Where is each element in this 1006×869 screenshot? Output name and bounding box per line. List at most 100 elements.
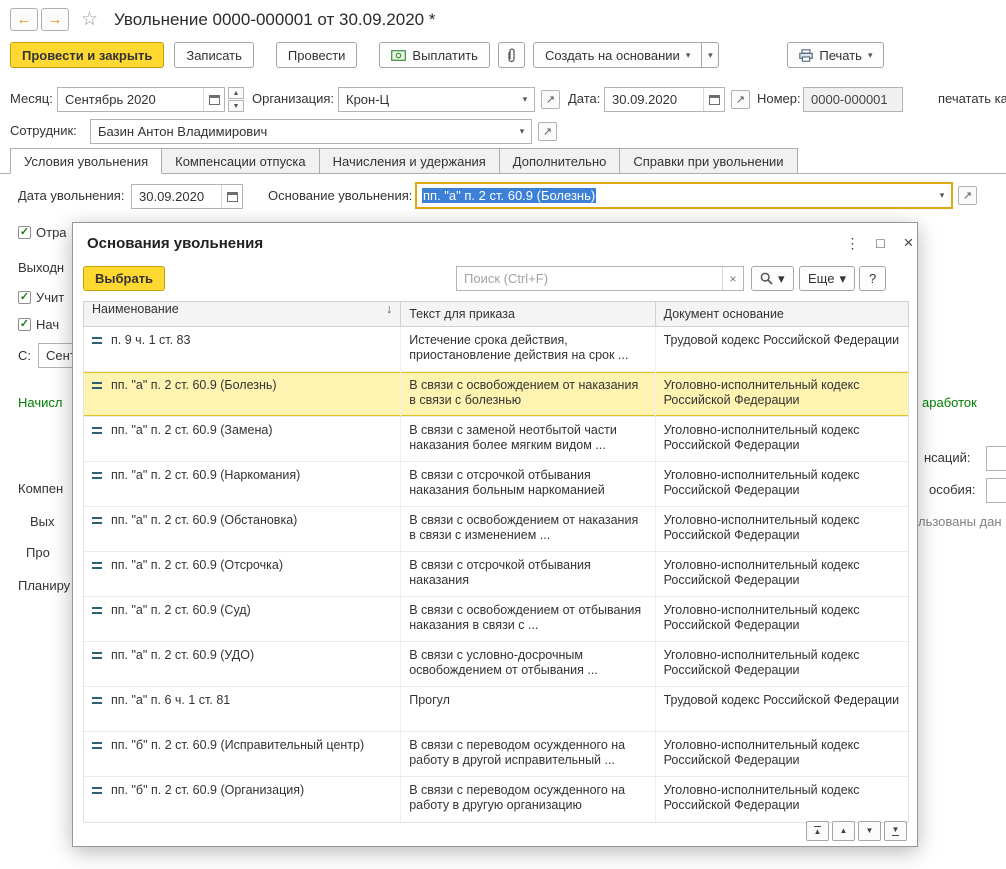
column-header-order-text[interactable]: Текст для приказа (401, 302, 656, 326)
table-row[interactable]: пп. "б" п. 2 ст. 60.9 (Организация) В св… (84, 777, 908, 822)
bg-checkbox-row: ✓ Нач (18, 317, 59, 332)
help-button[interactable]: ? (859, 266, 887, 291)
row-name: пп. "б" п. 2 ст. 60.9 (Организация) (111, 783, 305, 797)
list-item-icon (92, 337, 102, 344)
create-on-basis-button[interactable]: Создать на основании ▾ (532, 42, 703, 68)
column-header-basis-doc[interactable]: Документ основание (656, 302, 908, 326)
search-options-button[interactable]: ▾ (751, 266, 794, 291)
checkbox-checked[interactable]: ✓ (18, 226, 31, 239)
row-text: В связи с освобождением от отбывания нак… (401, 597, 656, 641)
chevron-down-icon: ▾ (685, 49, 691, 60)
tab-accruals-deductions[interactable]: Начисления и удержания (318, 148, 500, 173)
go-first-icon: ▲ (813, 826, 822, 836)
bg-field-stub[interactable] (986, 446, 1006, 471)
bg-field-stub[interactable] (986, 478, 1006, 503)
go-previous-button[interactable]: ▲ (832, 821, 855, 841)
date-field[interactable]: 30.09.2020 (604, 87, 725, 112)
table-row[interactable]: пп. "а" п. 2 ст. 60.9 (Обстановка) В свя… (84, 507, 908, 552)
write-button[interactable]: Записать (174, 42, 254, 68)
tab-vacation-compensation[interactable]: Компенсации отпуска (161, 148, 320, 173)
tab-additional[interactable]: Дополнительно (498, 148, 621, 173)
row-doc: Уголовно-исполнительный кодекс Российско… (663, 603, 860, 632)
go-next-button[interactable]: ▼ (858, 821, 881, 841)
forward-button[interactable]: → (41, 8, 69, 31)
month-field[interactable]: Сентябрь 2020 (57, 87, 225, 112)
bg-link[interactable]: аработок (922, 395, 977, 410)
toolbar: Провести и закрыть Записать Провести Вып… (10, 42, 885, 68)
banknote-icon (391, 49, 407, 61)
organization-combo[interactable]: Крон-Ц ▾ (338, 87, 535, 112)
close-icon: × (903, 233, 914, 252)
organization-open-button[interactable]: ↗ (541, 90, 560, 109)
bg-link[interactable]: Начисл (18, 395, 62, 410)
employee-open-button[interactable]: ↗ (538, 122, 557, 141)
check-icon: ✓ (19, 226, 30, 238)
date-open-button[interactable]: ↗ (731, 90, 750, 109)
open-link-icon: ↗ (735, 94, 746, 106)
table-row[interactable]: пп. "а" п. 2 ст. 60.9 (Отсрочка) В связи… (84, 552, 908, 597)
employee-combo[interactable]: Базин Антон Владимирович ▾ (90, 119, 532, 144)
row-name: пп. "а" п. 2 ст. 60.9 (Наркомания) (111, 468, 301, 482)
go-last-button[interactable]: ▼ (884, 821, 907, 841)
list-item-icon (92, 787, 102, 794)
checkbox-checked[interactable]: ✓ (18, 291, 31, 304)
table-row[interactable]: пп. "а" п. 2 ст. 60.9 (Болезнь) В связи … (84, 372, 908, 417)
list-item-icon (92, 382, 102, 389)
row-text: В связи с освобождением от наказания в с… (401, 372, 656, 416)
maximize-button[interactable]: □ (869, 232, 892, 254)
create-on-basis-arrow-button[interactable]: ▾ (702, 42, 720, 68)
table-row[interactable]: пп. "а" п. 2 ст. 60.9 (Наркомания) В свя… (84, 462, 908, 507)
back-arrow-icon: ← (16, 11, 32, 28)
print-button[interactable]: Печать ▾ (787, 42, 885, 68)
favorite-star-icon[interactable]: ☆ (81, 8, 98, 31)
row-text: В связи с отсрочкой отбывания наказания (401, 552, 656, 596)
dismissal-date-field[interactable]: 30.09.2020 (131, 184, 243, 209)
stepper-up-button[interactable]: ▲ (228, 87, 244, 99)
row-text: Прогул (401, 687, 656, 731)
list-item-icon (92, 697, 102, 704)
row-text: Истечение срока действия, приостановлени… (401, 327, 656, 371)
table-row[interactable]: пп. "а" п. 2 ст. 60.9 (УДО) В связи с ус… (84, 642, 908, 687)
more-button[interactable]: Еще ▾ (799, 266, 855, 291)
row-doc: Уголовно-исполнительный кодекс Российско… (663, 738, 860, 767)
go-first-button[interactable]: ▲ (806, 821, 829, 841)
back-button[interactable]: ← (10, 8, 38, 31)
bg-label: С: (18, 348, 31, 363)
row-doc: Уголовно-исполнительный кодекс Российско… (663, 783, 860, 812)
column-header-name[interactable]: Наименование ↓ (84, 302, 402, 326)
attachments-button[interactable] (497, 42, 525, 68)
sort-desc-icon: ↓ (385, 302, 393, 316)
list-navigation: ▲ ▲ ▼ ▼ (806, 821, 907, 841)
search-icon (760, 272, 773, 285)
forward-arrow-icon: → (47, 11, 63, 28)
tab-dismissal-certificates[interactable]: Справки при увольнении (619, 148, 798, 173)
more-options-button[interactable]: ⋮ (841, 232, 864, 254)
close-button[interactable]: × (897, 232, 920, 254)
dismissal-reason-combo[interactable]: пп. "а" п. 2 ст. 60.9 (Болезнь) ▾ (415, 182, 953, 209)
checkbox-checked[interactable]: ✓ (18, 318, 31, 331)
table-row[interactable]: пп. "а" п. 6 ч. 1 ст. 81 Прогул Трудовой… (84, 687, 908, 732)
search-input[interactable] (457, 267, 722, 290)
clear-icon: × (729, 271, 737, 286)
pay-button[interactable]: Выплатить (379, 42, 490, 68)
table-row[interactable]: пп. "а" п. 2 ст. 60.9 (Замена) В связи с… (84, 417, 908, 462)
dismissal-reason-open-button[interactable]: ↗ (958, 186, 977, 205)
clear-search-button[interactable]: × (722, 267, 743, 290)
calendar-picker-button[interactable] (203, 88, 224, 111)
print-as-hint: печатать ка (938, 91, 1006, 106)
select-button[interactable]: Выбрать (83, 266, 166, 291)
table-row[interactable]: п. 9 ч. 1 ст. 83 Истечение срока действи… (84, 327, 908, 372)
bg-label: особия: (929, 482, 976, 497)
table-row[interactable]: пп. "б" п. 2 ст. 60.9 (Исправительный це… (84, 732, 908, 777)
tab-dismissal-terms[interactable]: Условия увольнения (10, 148, 163, 174)
calendar-picker-button[interactable] (221, 185, 242, 208)
post-button[interactable]: Провести (275, 42, 358, 68)
maximize-icon: □ (876, 235, 885, 251)
table-row[interactable]: пп. "а" п. 2 ст. 60.9 (Суд) В связи с ос… (84, 597, 908, 642)
bg-label: Отра (36, 225, 67, 240)
row-name: пп. "а" п. 6 ч. 1 ст. 81 (111, 693, 231, 707)
create-on-basis-label: Создать на основании (544, 47, 680, 63)
calendar-picker-button[interactable] (703, 88, 724, 111)
post-and-close-button[interactable]: Провести и закрыть (10, 42, 165, 68)
stepper-down-button[interactable]: ▼ (228, 100, 244, 112)
